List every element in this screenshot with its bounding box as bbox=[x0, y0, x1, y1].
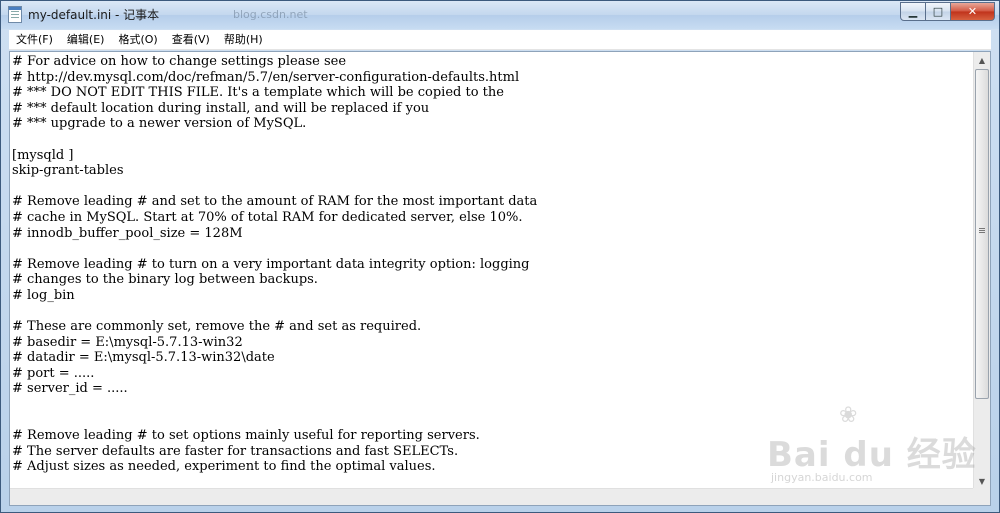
window-title: my-default.ini - 记事本 bbox=[28, 8, 160, 22]
text-line[interactable]: # innodb_buffer_pool_size = 128M bbox=[12, 226, 974, 242]
title-bar[interactable]: my-default.ini - 记事本 blog.csdn.net ▁ □ ✕ bbox=[1, 1, 999, 29]
menu-bar: 文件(F) 编辑(E) 格式(O) 查看(V) 帮助(H) bbox=[9, 30, 991, 50]
caption-buttons: ▁ □ ✕ bbox=[900, 2, 995, 21]
text-line[interactable]: # basedir = E:\mysql-5.7.13-win32 bbox=[12, 335, 974, 351]
text-line[interactable]: # port = ..... bbox=[12, 366, 974, 382]
menu-format[interactable]: 格式(O) bbox=[111, 30, 164, 49]
text-line[interactable]: # Adjust sizes as needed, experiment to … bbox=[12, 459, 974, 475]
close-button[interactable]: ✕ bbox=[951, 2, 995, 21]
text-line[interactable]: # cache in MySQL. Start at 70% of total … bbox=[12, 210, 974, 226]
maximize-icon: □ bbox=[932, 5, 944, 18]
scroll-thumb[interactable] bbox=[975, 69, 989, 399]
menu-file[interactable]: 文件(F) bbox=[9, 30, 60, 49]
text-line[interactable] bbox=[12, 304, 974, 320]
text-line[interactable]: # http://dev.mysql.com/doc/refman/5.7/en… bbox=[12, 70, 974, 86]
text-line[interactable] bbox=[12, 132, 974, 148]
text-line[interactable] bbox=[12, 413, 974, 429]
text-line[interactable]: skip-grant-tables bbox=[12, 163, 974, 179]
text-line[interactable]: # The server defaults are faster for tra… bbox=[12, 444, 974, 460]
text-line[interactable]: # *** upgrade to a newer version of MySQ… bbox=[12, 116, 974, 132]
maximize-button[interactable]: □ bbox=[926, 2, 951, 21]
menu-view[interactable]: 查看(V) bbox=[165, 30, 217, 49]
text-line[interactable]: # *** DO NOT EDIT THIS FILE. It's a temp… bbox=[12, 85, 974, 101]
text-line[interactable] bbox=[12, 241, 974, 257]
text-line[interactable]: # For advice on how to change settings p… bbox=[12, 54, 974, 70]
text-editor[interactable]: # For advice on how to change settings p… bbox=[9, 51, 991, 506]
text-line[interactable]: # Remove leading # to turn on a very imp… bbox=[12, 257, 974, 273]
background-url-text: blog.csdn.net bbox=[233, 8, 308, 21]
minimize-icon: ▁ bbox=[908, 5, 918, 18]
notepad-icon[interactable] bbox=[8, 6, 22, 23]
text-line[interactable]: # changes to the binary log between back… bbox=[12, 272, 974, 288]
text-line[interactable]: # Remove leading # and set to the amount… bbox=[12, 194, 974, 210]
text-line[interactable]: # log_bin bbox=[12, 288, 974, 304]
scroll-corner bbox=[973, 488, 990, 505]
text-line[interactable]: # server_id = ..... bbox=[12, 381, 974, 397]
text-line[interactable]: # Remove leading # to set options mainly… bbox=[12, 428, 974, 444]
text-line[interactable]: # These are commonly set, remove the # a… bbox=[12, 319, 974, 335]
notepad-window: my-default.ini - 记事本 blog.csdn.net ▁ □ ✕… bbox=[0, 0, 1000, 513]
menu-help[interactable]: 帮助(H) bbox=[217, 30, 270, 49]
text-line[interactable] bbox=[12, 397, 974, 413]
scroll-down-icon[interactable]: ▼ bbox=[974, 473, 990, 489]
document-text[interactable]: # For advice on how to change settings p… bbox=[12, 54, 974, 489]
text-line[interactable]: [mysqld ] bbox=[12, 148, 974, 164]
horizontal-scrollbar[interactable] bbox=[10, 488, 973, 505]
menu-edit[interactable]: 编辑(E) bbox=[60, 30, 112, 49]
text-line[interactable] bbox=[12, 179, 974, 195]
minimize-button[interactable]: ▁ bbox=[900, 2, 926, 21]
vertical-scrollbar[interactable]: ▲ ▼ bbox=[973, 52, 990, 489]
text-line[interactable]: # *** default location during install, a… bbox=[12, 101, 974, 117]
grip-icon bbox=[979, 228, 985, 229]
scroll-up-icon[interactable]: ▲ bbox=[974, 52, 990, 68]
text-line[interactable]: # datadir = E:\mysql-5.7.13-win32\date bbox=[12, 350, 974, 366]
close-icon: ✕ bbox=[967, 5, 978, 18]
